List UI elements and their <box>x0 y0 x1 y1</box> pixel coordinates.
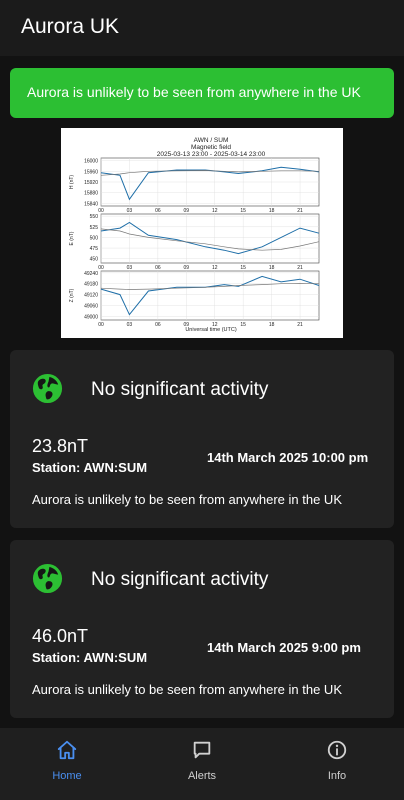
chart-title-line: AWN / SUM <box>194 137 229 144</box>
chart-x-tick-label: 00 <box>98 208 104 214</box>
chart-x-tick-label: 18 <box>269 265 275 271</box>
chart-y-tick-label: 49180 <box>84 282 98 288</box>
globe-icon <box>32 373 63 404</box>
main-content[interactable]: Aurora is unlikely to be seen from anywh… <box>0 56 404 728</box>
status-banner-text: Aurora is unlikely to be seen from anywh… <box>27 84 361 100</box>
chart-x-tick-label: 03 <box>127 322 133 328</box>
chart-y-tick-label: 49000 <box>84 314 98 320</box>
chart-x-tick-label: 06 <box>155 208 161 214</box>
chart-y-tick-label: 49240 <box>84 271 98 277</box>
chart-x-tick-label: 18 <box>269 208 275 214</box>
chart-title-line: 2025-03-13 23:00 - 2025-03-14 23:00 <box>157 151 266 158</box>
chart-y-tick-label: 500 <box>90 235 99 241</box>
home-icon <box>57 740 77 760</box>
chart-x-tick-label: 12 <box>212 265 218 271</box>
chart-y-tick-label: 525 <box>90 225 99 231</box>
chart-x-axis-label: Universal time (UTC) <box>185 327 237 333</box>
chart-y-tick-label: 49060 <box>84 303 98 309</box>
chart-y-tick-label: 15960 <box>84 169 98 175</box>
visibility-note: Aurora is unlikely to be seen from anywh… <box>32 682 342 697</box>
chart-x-tick-label: 09 <box>184 208 190 214</box>
chart-x-tick-label: 03 <box>127 265 133 271</box>
nav-home-label: Home <box>52 770 82 782</box>
chart-x-tick-label: 18 <box>269 322 275 328</box>
chart-y-axis-label: Z (nT) <box>69 288 75 302</box>
info-icon <box>327 740 347 760</box>
chart-panel-frame <box>100 213 320 264</box>
field-value: 46.0nT <box>32 626 89 646</box>
nav-alerts-label: Alerts <box>187 770 217 782</box>
chart-title-line: Magnetic field <box>191 144 231 151</box>
card-heading: No significant activity <box>91 379 269 400</box>
chart-x-tick-label: 21 <box>297 265 303 271</box>
chart-y-axis-label: H (nT) <box>69 175 75 190</box>
magnetic-field-chart-svg: AWN / SUMMagnetic field2025-03-13 23:00 … <box>69 137 320 333</box>
chart-y-tick-label: 475 <box>90 246 99 252</box>
chart-y-tick-label: 15920 <box>84 180 98 186</box>
nav-alerts[interactable]: Alerts <box>135 728 269 800</box>
chart-x-tick-label: 09 <box>184 265 190 271</box>
chart-x-tick-label: 21 <box>297 208 303 214</box>
chart-y-tick-label: 15880 <box>84 191 98 197</box>
nav-home[interactable]: Home <box>0 728 134 800</box>
magnetic-field-chart: AWN / SUM Magnetic field 2025-03-13 23:00 … <box>61 128 343 338</box>
station-label: Station: AWN:SUM <box>32 460 148 475</box>
chart-y-tick-label: 550 <box>90 214 99 220</box>
timestamp: 14th March 2025 9:00 pm <box>207 640 361 655</box>
chart-x-tick-label: 06 <box>155 322 161 328</box>
nav-info-label: Info <box>327 770 347 782</box>
timestamp: 14th March 2025 10:00 pm <box>207 450 369 465</box>
status-banner: Aurora is unlikely to be seen from anywh… <box>10 68 394 118</box>
nav-info[interactable]: Info <box>270 728 404 800</box>
chat-bubble-icon <box>193 741 211 759</box>
chart-panel-frame <box>100 270 320 321</box>
chart-x-tick-label: 12 <box>212 208 218 214</box>
globe-icon <box>32 563 63 594</box>
station-label: Station: AWN:SUM <box>32 650 148 665</box>
chart-y-tick-label: 15840 <box>84 201 98 207</box>
chart-y-tick-label: 450 <box>90 257 99 263</box>
chart-x-tick-label: 15 <box>240 265 246 271</box>
field-value: 23.8nT <box>32 436 89 456</box>
chart-x-tick-label: 00 <box>98 265 104 271</box>
chart-x-tick-label: 21 <box>297 322 303 328</box>
app-bar: Aurora UK <box>0 0 404 56</box>
chart-x-tick-label: 06 <box>155 265 161 271</box>
app-title: Aurora UK <box>21 15 120 38</box>
chart-x-tick-label: 03 <box>127 208 133 214</box>
chart-y-tick-label: 16000 <box>84 159 98 165</box>
bottom-navigation: Home Alerts Info <box>0 728 404 800</box>
chart-y-axis-label: E (nT) <box>69 231 75 245</box>
chart-x-tick-label: 15 <box>240 322 246 328</box>
visibility-note: Aurora is unlikely to be seen from anywh… <box>32 492 342 507</box>
card-heading: No significant activity <box>91 569 269 590</box>
activity-card: No significant activity 46.0nT Station: … <box>10 540 394 718</box>
chart-x-tick-label: 00 <box>98 322 104 328</box>
chart-x-tick-label: 15 <box>240 208 246 214</box>
chart-y-tick-label: 49120 <box>84 293 98 299</box>
activity-card: No significant activity 23.8nT Station: … <box>10 350 394 528</box>
